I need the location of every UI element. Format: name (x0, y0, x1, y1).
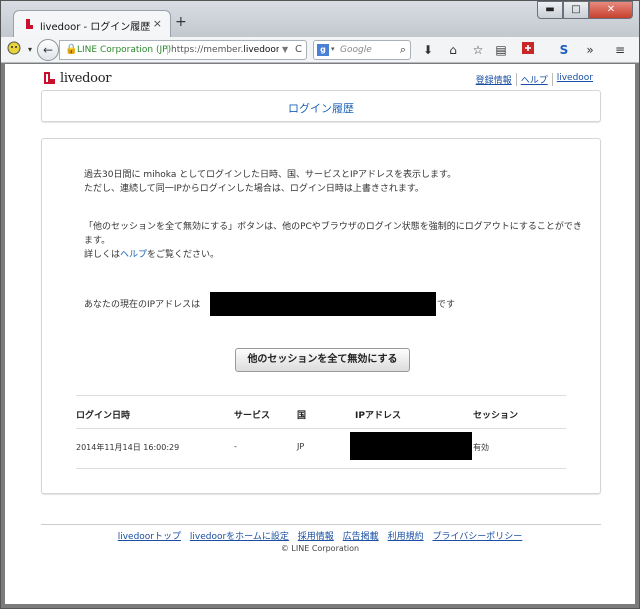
desc-line-1: 「他のセッションを全て無効にする」ボタンは、他のPCやブラウザのログイン状態を強… (84, 222, 582, 232)
back-button[interactable]: ← (37, 39, 59, 61)
link-livedoor[interactable]: livedoor (551, 73, 597, 86)
menu-icon[interactable]: ≡ (611, 41, 629, 59)
table-top-divider (76, 395, 566, 396)
search-icon[interactable]: ⌕ (400, 43, 406, 57)
addon-red-icon[interactable] (519, 41, 537, 59)
livedoor-favicon-icon (26, 19, 33, 29)
header-country: 国 (297, 411, 307, 421)
cell-datetime: 2014年11月14日 16:00:29 (76, 443, 180, 452)
link-help[interactable]: ヘルプ (515, 73, 552, 86)
tab-title: livedoor - ログイン履歴 (40, 22, 151, 33)
description-text: 「他のセッションを全て無効にする」ボタンは、他のPCやブラウザのログイン状態を強… (84, 220, 594, 262)
livedoor-logo[interactable]: livedoor (43, 70, 111, 86)
help-line: 詳しくはヘルプをご覧ください。 (84, 248, 594, 262)
help-prefix: 詳しくは (84, 250, 121, 260)
livedoor-logo-icon (44, 72, 55, 84)
link-account-info[interactable]: 登録情報 (472, 73, 516, 86)
search-bar[interactable]: g ▾ Google ⌕ (313, 40, 411, 60)
header-login-datetime: ログイン日時 (76, 411, 131, 421)
bookmark-star-icon[interactable]: ☆ (469, 41, 487, 59)
ip-suffix: です (437, 300, 456, 310)
browser-tab[interactable]: livedoor - ログイン履歴 × (13, 10, 171, 37)
cell-country: JP (297, 442, 305, 451)
footer-link-set-home[interactable]: livedoorをホームに設定 (190, 532, 289, 542)
help-suffix: をご覧ください。 (147, 250, 220, 260)
search-engine-dropdown-icon[interactable]: ▾ (331, 45, 335, 53)
footer-link-terms[interactable]: 利用規約 (388, 532, 424, 542)
browser-window: livedoor - ログイン履歴 × + ▬ □ ✕ ▾ ← 🔒 LINE C… (0, 0, 640, 609)
cell-session: 有効 (473, 443, 489, 452)
google-icon[interactable]: g (317, 44, 329, 56)
ip-label: あなたの現在のIPアドレスは (84, 300, 201, 310)
page-title: ログイン履歴 (288, 102, 354, 115)
overflow-chevron-icon[interactable]: » (581, 41, 599, 59)
site-identity[interactable]: LINE Corporation (JP) (77, 45, 171, 55)
intro-text: 過去30日間に mihoka としてログインした日時、国、サービスとIPアドレス… (84, 168, 594, 196)
intro-line-2: ただし、連続して同一IPからログインした場合は、ログイン日時は上書きされます。 (84, 184, 424, 194)
address-bar[interactable]: 🔒 LINE Corporation (JP) https://member.l… (59, 40, 307, 60)
page-title-box: ログイン履歴 (41, 90, 601, 122)
new-tab-button[interactable]: + (175, 15, 187, 29)
redacted-row-ip (350, 432, 472, 460)
header-service: サービス (234, 411, 271, 421)
download-icon[interactable]: ⬇ (419, 41, 437, 59)
table-bottom-divider (76, 468, 566, 469)
header-session: セッション (473, 411, 519, 421)
sync-addon-icon[interactable]: S (555, 41, 573, 59)
cell-service: - (234, 442, 237, 451)
minimize-button[interactable]: ▬ (537, 1, 563, 19)
window-controls: ▬ □ ✕ (537, 1, 633, 19)
tab-close-icon[interactable]: × (153, 17, 162, 30)
bookmarks-menu-icon[interactable]: ▤ (492, 41, 510, 59)
search-placeholder: Google (340, 45, 372, 55)
footer-divider (41, 524, 601, 525)
logo-text: livedoor (60, 70, 112, 86)
login-history-panel: 過去30日間に mihoka としてログインした日時、国、サービスとIPアドレス… (41, 138, 601, 494)
header-links: 登録情報 ヘルプ livedoor (472, 73, 597, 86)
header-ip-address: IPアドレス (355, 411, 401, 421)
url-history-dropdown-icon[interactable]: ▼ (282, 45, 288, 54)
intro-line-1: 過去30日間に mihoka としてログインした日時、国、サービスとIPアドレス… (84, 170, 457, 180)
footer-link-privacy[interactable]: プライバシーポリシー (432, 532, 522, 542)
lock-icon: 🔒 (65, 44, 78, 55)
reload-icon[interactable]: C (295, 44, 302, 55)
navigation-toolbar: ▾ ← 🔒 LINE Corporation (JP) https://memb… (1, 37, 639, 63)
footer-link-recruit[interactable]: 採用情報 (298, 532, 334, 542)
home-icon[interactable]: ⌂ (444, 41, 462, 59)
invalidate-sessions-button[interactable]: 他のセッションを全て無効にする (235, 348, 410, 372)
close-window-button[interactable]: ✕ (589, 1, 633, 19)
footer-link-top[interactable]: livedoorトップ (118, 532, 181, 542)
title-bar: livedoor - ログイン履歴 × + ▬ □ ✕ (1, 1, 639, 37)
table-header-divider (76, 428, 566, 429)
maximize-button[interactable]: □ (563, 1, 589, 19)
footer-link-ads[interactable]: 広告掲載 (343, 532, 379, 542)
page-viewport: livedoor 登録情報 ヘルプ livedoor ログイン履歴 過去30日間… (5, 64, 635, 604)
redacted-ip-address (210, 292, 436, 316)
url-text[interactable]: https://member.livedoor.c (167, 45, 279, 55)
help-link[interactable]: ヘルプ (120, 250, 147, 260)
copyright: © LINE Corporation (280, 544, 360, 553)
footer-links: livedoorトップ livedoorをホームに設定 採用情報 広告掲載 利用… (5, 529, 635, 542)
desc-line-2: ます。 (84, 236, 111, 246)
